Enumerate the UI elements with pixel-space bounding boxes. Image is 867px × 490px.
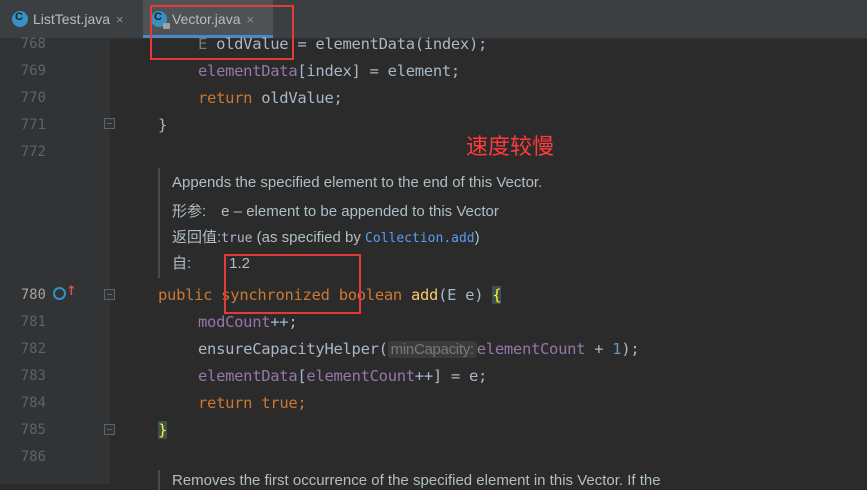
field-token: elementCount — [306, 367, 415, 385]
line-number: 782 — [20, 341, 46, 357]
line-number: 769 — [20, 63, 46, 79]
fold-marker-icon[interactable] — [104, 289, 115, 300]
collection-add-link[interactable]: Collection.add — [365, 231, 475, 246]
line-number: 770 — [20, 90, 46, 106]
code-text: oldValue; — [252, 89, 343, 107]
keyword-token: return — [198, 89, 253, 107]
keyword-token: public — [158, 286, 213, 304]
number-token: 1 — [612, 340, 622, 358]
field-token: elementData — [198, 62, 298, 80]
java-class-icon — [12, 11, 28, 27]
code-line-785[interactable]: } — [158, 421, 167, 439]
javadoc-param: 形参: e – element to be appended to this Ve… — [172, 200, 499, 221]
keyword-token: true — [261, 394, 298, 412]
code-text: (E e) — [438, 286, 484, 304]
return-label: 返回值: — [172, 229, 222, 246]
code-line-771[interactable]: } — [158, 116, 167, 134]
matched-brace: } — [158, 421, 168, 439]
code-line-782[interactable]: ensureCapacityHelper(minCapacity: element… — [198, 340, 640, 358]
implementation-gutter-icon[interactable] — [53, 287, 66, 300]
line-number: 780 — [20, 287, 46, 303]
return-code: true — [221, 231, 253, 246]
since-label: 自: — [172, 255, 192, 272]
arrow-up-icon[interactable]: ↑ — [66, 284, 77, 299]
return-text: (as specified by — [252, 229, 366, 246]
line-number: 784 — [20, 395, 46, 411]
return-text-end: ) — [474, 229, 480, 246]
code-line-781[interactable]: modCount++; — [198, 313, 298, 331]
code-text: ; — [297, 394, 307, 412]
code-text: ); — [621, 340, 640, 358]
param-label: 形参: — [172, 203, 207, 220]
code-text: + — [585, 340, 613, 358]
code-line-769[interactable]: elementData[index] = element; — [198, 62, 460, 80]
matched-brace: { — [492, 286, 502, 304]
javadoc-return: 返回值:true (as specified by Collection.add… — [172, 226, 480, 247]
line-number: 768 — [20, 36, 46, 52]
line-number: 785 — [20, 422, 46, 438]
code-line-783[interactable]: elementData[elementCount++] = e; — [198, 367, 487, 385]
code-text: ++] = e; — [414, 367, 488, 385]
parameter-hint: minCapacity: — [387, 341, 477, 358]
tab-label: ListTest.java — [33, 11, 111, 27]
fold-marker-icon[interactable] — [104, 118, 115, 129]
fold-marker-icon[interactable] — [104, 424, 115, 435]
line-number: 786 — [20, 449, 46, 465]
code-line-770[interactable]: return oldValue; — [198, 89, 343, 107]
editor-tab-bar: ListTest.java × Vector.java × — [0, 0, 867, 39]
code-text: ensureCapacityHelper( — [198, 340, 388, 358]
line-number: 772 — [20, 144, 46, 160]
code-text: [index] = element; — [297, 62, 460, 80]
field-token: modCount — [198, 313, 271, 331]
highlight-box-tab — [150, 5, 294, 60]
javadoc-block-partial: Removes the first occurrence of the spec… — [158, 470, 860, 490]
annotation-note: 速度较慢 — [466, 135, 555, 160]
line-number: 781 — [20, 314, 46, 330]
code-line-784[interactable]: return true; — [198, 394, 307, 412]
method-name: add — [410, 286, 439, 304]
tab-listtest[interactable]: ListTest.java × — [0, 0, 142, 38]
close-icon[interactable]: × — [116, 12, 124, 27]
param-text: e – element to be appended to this Vecto… — [221, 203, 499, 220]
field-token: elementCount — [476, 340, 586, 358]
highlight-box-synchronized — [224, 254, 361, 314]
javadoc-summary: Appends the specified element to the end… — [172, 174, 543, 191]
line-number: 771 — [20, 117, 46, 133]
javadoc-summary: Removes the first occurrence of the spec… — [172, 472, 661, 489]
code-text: ++; — [270, 313, 298, 331]
field-token: elementData — [198, 367, 298, 385]
keyword-token: return — [198, 394, 253, 412]
line-number: 783 — [20, 368, 46, 384]
